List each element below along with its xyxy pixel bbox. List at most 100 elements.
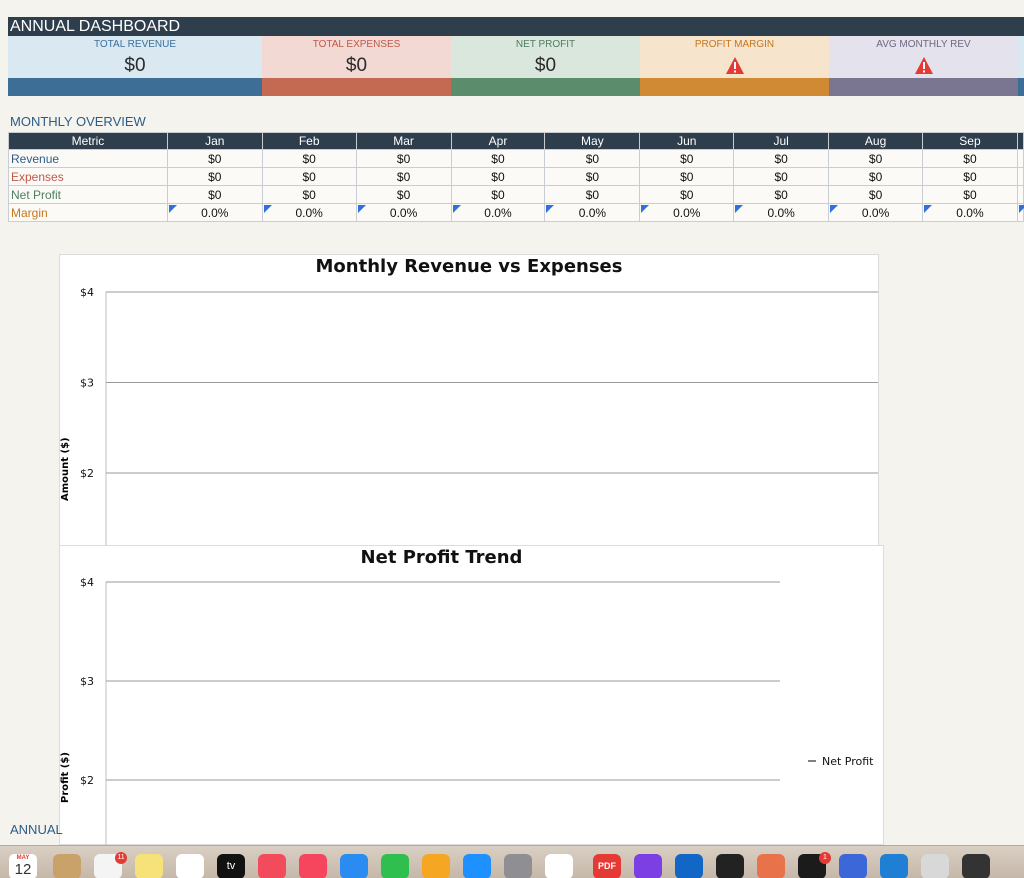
cell-value: 0.0% [201,205,229,220]
shortcuts-icon[interactable] [634,854,662,878]
app-store-icon[interactable] [463,854,491,878]
column-header-feb[interactable]: Feb [261,132,357,150]
cell-value: $0 [491,169,505,184]
table-cell[interactable]: $0 [261,149,357,168]
roblox-icon[interactable] [716,854,744,878]
calendar-icon[interactable]: MAY 12 [9,854,37,878]
kpi-color-bar [8,78,262,96]
kpi-net-profit[interactable]: NET PROFIT $0 [451,36,640,96]
system-settings-icon[interactable] [504,854,532,878]
comment-flag-icon [1018,205,1024,213]
kpi-avg-monthly-rev[interactable]: AVG MONTHLY REV [829,36,1018,96]
table-cell-overflow [1016,167,1024,186]
cell-value: $0 [774,187,788,202]
table-cell[interactable]: 0.0% [355,203,452,222]
table-cell[interactable]: $0 [639,149,735,168]
column-header-metric[interactable]: Metric [8,132,168,150]
outlook-icon[interactable] [675,854,703,878]
net-profit-chart[interactable]: Net Profit Trend Profit ($) $4 $3 $2 Net Pr… [59,545,884,846]
comment-flag-icon [735,205,744,213]
column-header-jun[interactable]: Jun [639,132,735,150]
table-cell[interactable]: 0.0% [544,203,641,222]
table-cell[interactable]: $0 [639,167,735,186]
column-header-jan[interactable]: Jan [166,132,263,150]
table-cell[interactable]: $0 [450,185,546,204]
table-cell[interactable]: $0 [261,185,357,204]
numbers-icon[interactable] [381,854,409,878]
table-cell[interactable]: $0 [355,149,452,168]
table-cell[interactable]: 0.0% [450,203,546,222]
kpi-profit-margin[interactable]: PROFIT MARGIN [640,36,829,96]
y-tick-label: $3 [80,675,94,688]
warning-icon[interactable] [725,56,745,75]
table-cell[interactable]: $0 [544,149,641,168]
table-cell[interactable]: $0 [544,167,641,186]
apple-tv-icon[interactable]: tv [217,854,245,878]
table-cell[interactable]: $0 [450,149,546,168]
table-cell[interactable]: 0.0% [922,203,1018,222]
table-cell[interactable]: $0 [828,167,924,186]
table-cell[interactable]: $0 [828,149,924,168]
column-header-sep[interactable]: Sep [922,132,1018,150]
kpi-row: TOTAL REVENUE $0 TOTAL EXPENSES $0 NET P… [8,36,1024,96]
cell-value: 0.0% [861,205,890,220]
row-label[interactable]: Expenses [8,167,168,186]
kpi-total-expenses[interactable]: TOTAL EXPENSES $0 [262,36,451,96]
pencil-app-icon[interactable] [839,854,867,878]
printer-icon[interactable] [921,854,949,878]
table-cell[interactable]: $0 [166,167,263,186]
table-cell[interactable]: $0 [733,185,830,204]
table-cell[interactable]: $0 [355,167,452,186]
table-cell[interactable]: $0 [261,167,357,186]
freeform-icon[interactable] [176,854,204,878]
table-cell[interactable]: $0 [828,185,924,204]
vscode-icon[interactable] [880,854,908,878]
table-cell[interactable]: 0.0% [733,203,830,222]
news-icon[interactable] [258,854,286,878]
cell-value: $0 [396,187,411,202]
revenue-expenses-chart[interactable]: Monthly Revenue vs Expenses Amount ($) $… [59,254,879,547]
kpi-total-revenue[interactable]: TOTAL REVENUE $0 [8,36,262,96]
table-cell[interactable]: 0.0% [828,203,924,222]
keynote-icon[interactable] [340,854,368,878]
row-label[interactable]: Revenue [8,149,168,168]
cell-value: $0 [963,151,977,166]
music-icon[interactable] [299,854,327,878]
comment-flag-icon [641,205,650,213]
table-cell[interactable]: $0 [922,149,1018,168]
kpi-color-bar [640,78,829,96]
notes-icon[interactable] [135,854,163,878]
cell-value: $0 [680,169,694,184]
table-cell[interactable]: $0 [166,149,263,168]
table-cell[interactable]: 0.0% [261,203,357,222]
y-tick-label: $2 [80,774,94,787]
chrome-icon[interactable] [545,854,573,878]
screenshot-thumbnail-icon[interactable] [962,854,990,878]
row-label[interactable]: Net Profit [8,185,168,204]
table-cell[interactable]: 0.0% [639,203,735,222]
contacts-icon[interactable] [53,854,81,878]
warning-icon[interactable] [914,56,934,75]
table-cell[interactable]: $0 [922,167,1018,186]
table-cell[interactable]: $0 [922,185,1018,204]
table-cell[interactable]: 0.0% [166,203,263,222]
row-label[interactable]: Margin [8,203,168,222]
table-cell[interactable]: $0 [166,185,263,204]
column-header-mar[interactable]: Mar [355,132,452,150]
pdf-icon[interactable]: PDF [593,854,621,878]
table-cell[interactable]: $0 [639,185,735,204]
pages-icon[interactable] [422,854,450,878]
column-header-jul[interactable]: Jul [733,132,830,150]
kpi-value: $0 [345,55,368,76]
table-cell[interactable]: $0 [544,185,641,204]
column-header-may[interactable]: May [544,132,641,150]
table-cell[interactable]: $0 [355,185,452,204]
table-cell[interactable]: $0 [733,167,830,186]
column-header-aug[interactable]: Aug [828,132,924,150]
y-tick-label: $4 [80,286,94,299]
claude-icon[interactable] [757,854,785,878]
table-cell[interactable]: $0 [733,149,830,168]
table-cell[interactable]: $0 [450,167,546,186]
column-header-apr[interactable]: Apr [450,132,546,150]
sheet-tab-annual[interactable]: ANNUAL [10,822,63,837]
